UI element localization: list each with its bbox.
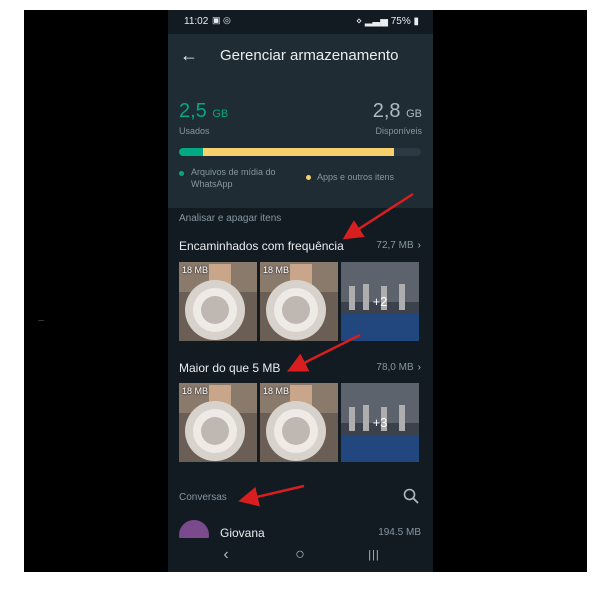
used-label: Usados (179, 126, 210, 136)
available-label: Disponíveis (375, 126, 422, 136)
apps-dot-icon (306, 175, 311, 181)
thumbnail-size: 18 MB (182, 386, 209, 396)
more-count: +2 (341, 262, 419, 341)
available-storage-value: 2,8 GB (373, 100, 422, 123)
review-section-label: Analisar e apagar itens (179, 213, 282, 224)
thumbnail-size: 18 MB (182, 265, 209, 275)
annotation-arrow (238, 484, 305, 507)
back-arrow-icon[interactable]: ← (178, 44, 200, 66)
more-count: +3 (341, 383, 419, 462)
divider (38, 320, 44, 321)
media-thumbnail-more[interactable]: +2 (341, 262, 419, 341)
chevron-right-icon: › (417, 240, 421, 251)
forwarded-size-value: 72,7 MB (376, 240, 414, 251)
status-time: 11:02 (184, 16, 209, 27)
legend-apps-label: Apps e outros itens (317, 172, 395, 182)
forwarded-thumbnails: 18 MB 18 MB +2 (179, 262, 423, 341)
page-title: Gerenciar armazenamento (220, 47, 399, 64)
media-thumbnail[interactable]: 18 MB (179, 383, 257, 462)
app-bar: ← Gerenciar armazenamento (168, 34, 433, 80)
large-files-row-title[interactable]: Maior do que 5 MB (179, 361, 280, 375)
large-files-thumbnails: 18 MB 18 MB +3 (179, 383, 423, 462)
media-thumbnail[interactable]: 18 MB (179, 262, 257, 341)
android-nav-bar: ‹ ○ ||| (168, 538, 433, 572)
battery-icon: ▮ (410, 16, 419, 27)
media-thumbnail[interactable]: 18 MB (260, 383, 338, 462)
legend-media: Arquivos de mídia do WhatsApp (179, 166, 294, 190)
thumbnail-size: 18 MB (263, 265, 290, 275)
notification-icons: ▣ ◎ (212, 15, 231, 25)
battery-status: ⋄ ▂▃▅ 75% ▮ (356, 16, 419, 27)
signal-icon: ⋄ ▂▃▅ (355, 16, 391, 27)
media-thumbnail[interactable]: 18 MB (260, 262, 338, 341)
available-number: 2,8 (372, 100, 401, 122)
status-bar: 11:02 ▣ ◎ ⋄ ▂▃▅ 75% ▮ (168, 10, 433, 34)
large-size-value: 78,0 MB (376, 362, 414, 373)
large-files-row-size[interactable]: 78,0 MB › (376, 362, 421, 373)
nav-recents-icon[interactable]: ||| (362, 544, 386, 566)
apps-usage-segment (203, 148, 395, 156)
used-storage-value: 2,5 GB (179, 100, 228, 123)
conversations-section-label: Conversas (179, 492, 227, 503)
phone-screen: 11:02 ▣ ◎ ⋄ ▂▃▅ 75% ▮ ← Gerenciar armaze… (168, 10, 433, 572)
search-icon[interactable] (402, 487, 420, 505)
forwarded-row-size[interactable]: 72,7 MB › (376, 240, 421, 251)
storage-summary: 2,5 GB Usados 2,8 GB Disponíveis Arquivo… (168, 80, 433, 208)
chevron-right-icon: › (417, 362, 421, 373)
nav-back-icon[interactable]: ‹ (214, 544, 238, 566)
legend-media-label: Arquivos de mídia do WhatsApp (191, 167, 276, 189)
media-dot-icon (179, 171, 184, 176)
used-number: 2,5 (179, 100, 207, 122)
nav-home-icon[interactable]: ○ (288, 544, 312, 566)
media-usage-segment (179, 148, 204, 156)
storage-usage-bar (179, 148, 421, 156)
thumbnail-size: 18 MB (263, 386, 290, 396)
used-unit: GB (212, 108, 229, 120)
media-thumbnail-more[interactable]: +3 (341, 383, 419, 462)
battery-percent: 75% (390, 16, 411, 27)
conversation-size: 194.5 MB (378, 527, 421, 538)
forwarded-row-title[interactable]: Encaminhados com frequência (179, 239, 344, 253)
available-unit: GB (406, 108, 422, 120)
legend-apps: Apps e outros itens (306, 172, 394, 182)
